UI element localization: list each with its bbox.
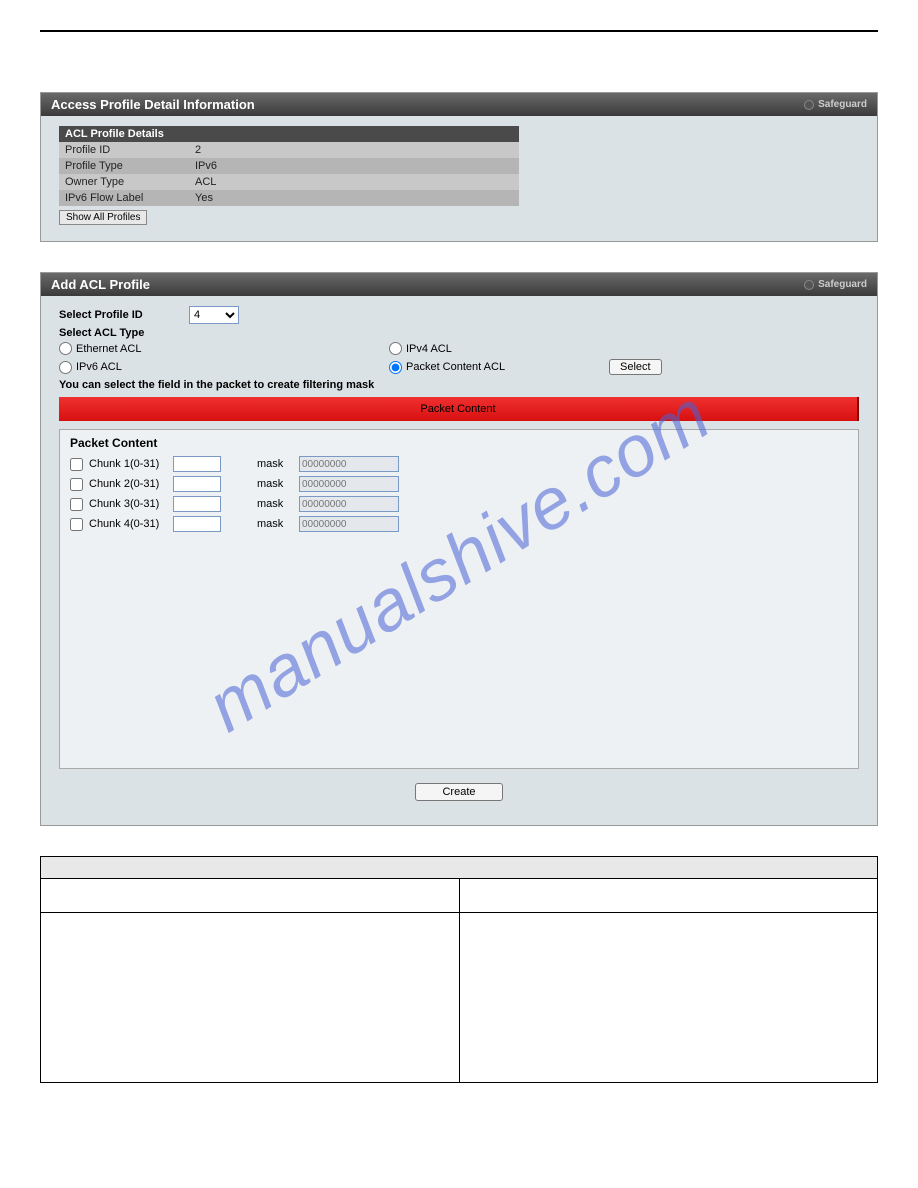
param-key: [41, 913, 460, 1083]
chunk4-mask-label: mask: [257, 518, 293, 530]
param-val: [459, 913, 878, 1083]
packet-content-band: Packet Content: [59, 397, 859, 421]
table-row: [41, 913, 878, 1083]
ipv4-acl-radio[interactable]: IPv4 ACL: [389, 342, 609, 355]
chunk1-value-input[interactable]: [173, 456, 221, 472]
chunk1-mask-input[interactable]: [299, 456, 399, 472]
cell-key: Owner Type: [59, 174, 189, 190]
cell-val: IPv6: [189, 158, 519, 174]
chunk3-value-input[interactable]: [173, 496, 221, 512]
chunk4-value-input[interactable]: [173, 516, 221, 532]
cell-key: Profile ID: [59, 142, 189, 158]
panel-header: Add ACL Profile Safeguard: [41, 273, 877, 296]
table-row: Profile ID 2: [59, 142, 519, 158]
chunk2-label: Chunk 2(0-31): [89, 478, 167, 490]
chunk2-value-input[interactable]: [173, 476, 221, 492]
cell-val: 2: [189, 142, 519, 158]
select-button[interactable]: Select: [609, 359, 662, 375]
chunk-row: Chunk 1(0-31) mask: [70, 456, 848, 472]
chunk-row: Chunk 2(0-31) mask: [70, 476, 848, 492]
safeguard-icon: [804, 280, 814, 290]
access-profile-detail-panel: Access Profile Detail Information Safegu…: [40, 92, 878, 242]
param-key: [41, 879, 460, 913]
ipv4-acl-radio-input[interactable]: [389, 342, 402, 355]
param-val: [459, 879, 878, 913]
chunk3-label: Chunk 3(0-31): [89, 498, 167, 510]
table-row: [41, 879, 878, 913]
parameter-table: [40, 856, 878, 1083]
chunk2-mask-input[interactable]: [299, 476, 399, 492]
parameter-table-header: [41, 857, 878, 879]
table-row: Owner Type ACL: [59, 174, 519, 190]
ipv6-acl-radio[interactable]: IPv6 ACL: [59, 361, 389, 374]
chunk1-checkbox[interactable]: [70, 458, 83, 471]
chunk1-mask-label: mask: [257, 458, 293, 470]
safeguard-text: Safeguard: [818, 99, 867, 110]
ipv4-acl-label: IPv4 ACL: [406, 343, 452, 355]
select-acl-type-label: Select ACL Type: [59, 327, 189, 339]
chunk3-checkbox[interactable]: [70, 498, 83, 511]
packet-content-acl-label: Packet Content ACL: [406, 361, 505, 373]
table-header: ACL Profile Details: [59, 126, 519, 142]
create-button[interactable]: Create: [415, 783, 502, 801]
chunk4-mask-input[interactable]: [299, 516, 399, 532]
chunk-row: Chunk 3(0-31) mask: [70, 496, 848, 512]
ethernet-acl-radio[interactable]: Ethernet ACL: [59, 342, 389, 355]
ipv6-acl-label: IPv6 ACL: [76, 361, 122, 373]
chunk3-mask-input[interactable]: [299, 496, 399, 512]
chunk1-label: Chunk 1(0-31): [89, 458, 167, 470]
safeguard-icon: [804, 100, 814, 110]
packet-content-acl-radio-input[interactable]: [389, 361, 402, 374]
safeguard-text: Safeguard: [818, 279, 867, 290]
packet-content-title: Packet Content: [70, 436, 848, 450]
cell-key: Profile Type: [59, 158, 189, 174]
packet-content-acl-radio[interactable]: Packet Content ACL: [389, 361, 609, 374]
packet-content-box: Packet Content Chunk 1(0-31) mask Chunk …: [59, 429, 859, 769]
panel-header: Access Profile Detail Information Safegu…: [41, 93, 877, 116]
cell-val: Yes: [189, 190, 519, 206]
chunk-row: Chunk 4(0-31) mask: [70, 516, 848, 532]
panel-title: Access Profile Detail Information: [51, 97, 255, 112]
safeguard-badge: Safeguard: [804, 99, 867, 110]
chunk4-checkbox[interactable]: [70, 518, 83, 531]
add-acl-profile-panel: Add ACL Profile Safeguard Select Profile…: [40, 272, 878, 826]
filtering-mask-hint: You can select the field in the packet t…: [59, 379, 859, 391]
show-all-profiles-button[interactable]: Show All Profiles: [59, 210, 147, 225]
cell-key: IPv6 Flow Label: [59, 190, 189, 206]
profile-id-select[interactable]: 4: [189, 306, 239, 324]
table-row: IPv6 Flow Label Yes: [59, 190, 519, 206]
ethernet-acl-label: Ethernet ACL: [76, 343, 141, 355]
panel-title: Add ACL Profile: [51, 277, 150, 292]
safeguard-badge: Safeguard: [804, 279, 867, 290]
ethernet-acl-radio-input[interactable]: [59, 342, 72, 355]
acl-profile-details-table: ACL Profile Details Profile ID 2 Profile…: [59, 126, 519, 206]
chunk3-mask-label: mask: [257, 498, 293, 510]
ipv6-acl-radio-input[interactable]: [59, 361, 72, 374]
table-row: Profile Type IPv6: [59, 158, 519, 174]
chunk2-checkbox[interactable]: [70, 478, 83, 491]
top-rule: [40, 30, 878, 32]
cell-val: ACL: [189, 174, 519, 190]
select-profile-id-label: Select Profile ID: [59, 309, 189, 321]
chunk4-label: Chunk 4(0-31): [89, 518, 167, 530]
chunk2-mask-label: mask: [257, 478, 293, 490]
